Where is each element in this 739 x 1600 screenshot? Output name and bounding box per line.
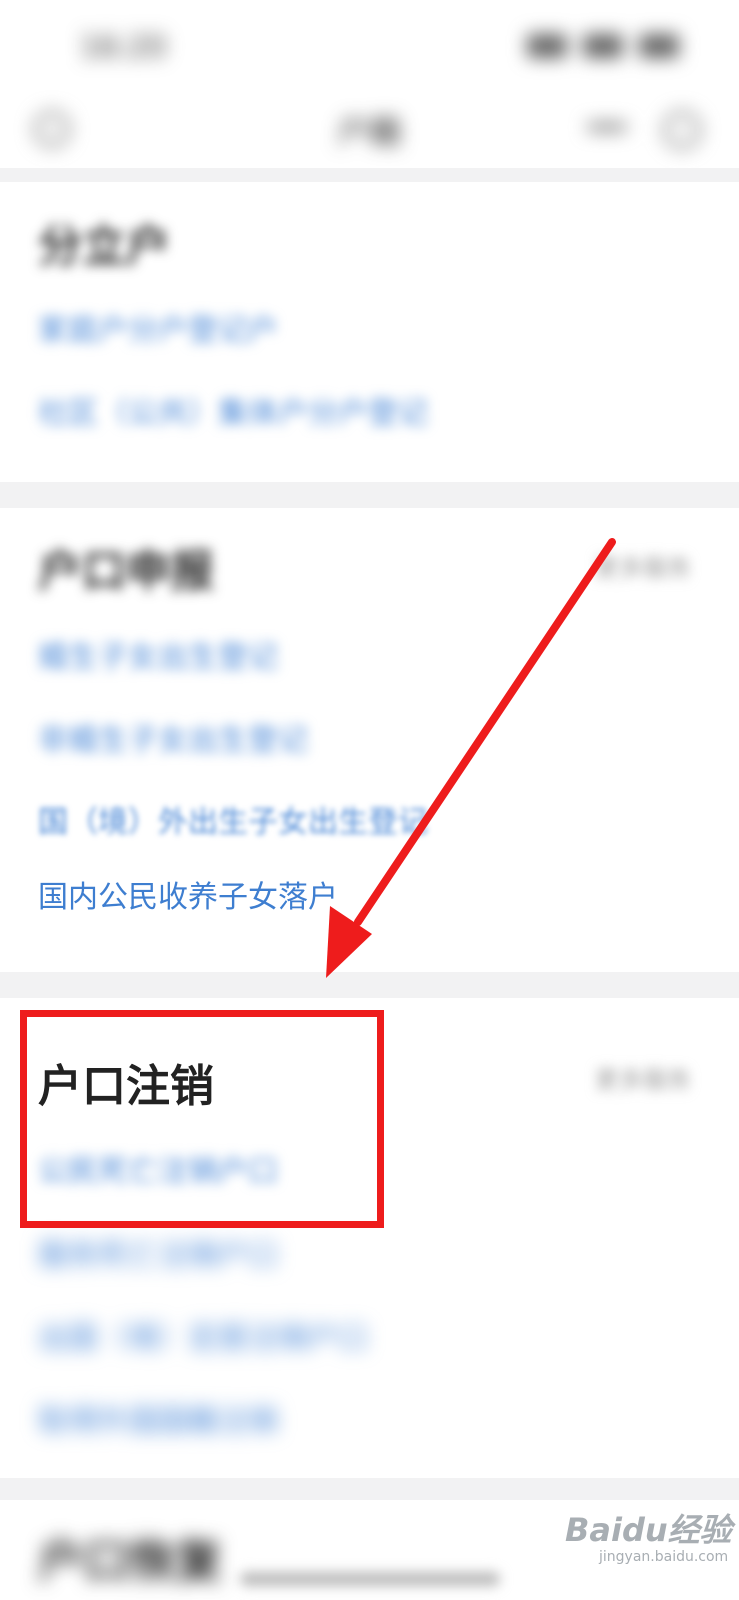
- annotation-arrow: [326, 538, 616, 978]
- watermark-url: jingyan.baidu.com: [599, 1549, 729, 1565]
- watermark-brand: Baidu经验: [565, 1511, 732, 1549]
- watermark: Baidu经验 jingyan.baidu.com: [565, 1505, 732, 1565]
- arrow-shaft: [354, 538, 616, 926]
